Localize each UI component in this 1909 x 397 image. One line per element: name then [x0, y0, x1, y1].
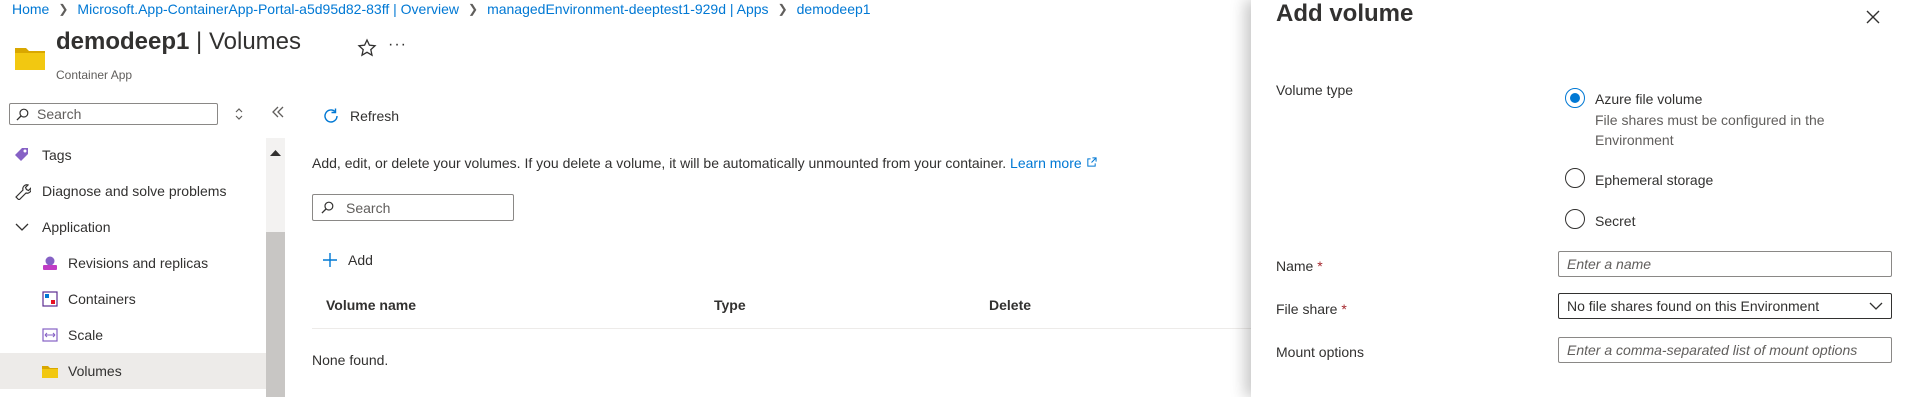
page-subtitle: Container App: [56, 68, 133, 82]
sidebar-item-label: Containers: [68, 291, 136, 307]
containers-icon: [40, 289, 60, 309]
radio-ephemeral-storage[interactable]: [1565, 168, 1585, 188]
breadcrumb-app[interactable]: demodeep1: [797, 1, 871, 17]
file-share-field-label: File share *: [1276, 301, 1347, 317]
search-icon: [321, 201, 334, 214]
refresh-label: Refresh: [350, 108, 400, 124]
page-name: Volumes: [208, 28, 302, 55]
file-share-selected-value: No file shares found on this Environment: [1567, 298, 1820, 314]
page-title: demodeep1 | Volumes: [56, 28, 301, 56]
breadcrumb-home[interactable]: Home: [12, 1, 49, 17]
chevron-right-icon: ❯: [58, 2, 69, 16]
revisions-icon: [40, 253, 60, 273]
table-divider: [312, 328, 1252, 329]
column-header-volume-name[interactable]: Volume name: [326, 297, 416, 313]
volume-type-label: Volume type: [1276, 82, 1354, 98]
page-description: Add, edit, or delete your volumes. If yo…: [312, 155, 1097, 171]
mount-options-input[interactable]: [1559, 338, 1891, 362]
empty-state-text: None found.: [312, 352, 389, 368]
radio-label-ephemeral-storage: Ephemeral storage: [1595, 172, 1714, 188]
sidebar-item-tags[interactable]: Tags: [0, 137, 266, 173]
add-volume-panel: Add volume Volume type Azure file volume…: [1251, 0, 1909, 397]
add-volume-button[interactable]: Add: [322, 252, 373, 268]
wrench-icon: [12, 181, 32, 201]
sidebar-search-box: [9, 103, 218, 125]
description-text: Add, edit, or delete your volumes. If yo…: [312, 155, 1007, 171]
search-icon: [16, 108, 29, 121]
chevron-right-icon: ❯: [468, 2, 479, 16]
mount-options-label: Mount options: [1276, 344, 1364, 360]
azure-file-volume-hint: File shares must be configured in the En…: [1595, 112, 1825, 148]
sidebar-item-label: Diagnose and solve problems: [42, 183, 227, 199]
mount-options-field: [1558, 337, 1892, 363]
chevron-down-icon: [12, 217, 32, 237]
volumes-search-input[interactable]: [344, 198, 498, 217]
name-field: [1558, 251, 1892, 277]
required-marker: *: [1317, 258, 1323, 274]
sidebar-item-diagnose[interactable]: Diagnose and solve problems: [0, 173, 266, 209]
tag-icon: [12, 145, 32, 165]
ellipsis-icon[interactable]: ···: [388, 36, 407, 54]
folder-icon: [40, 361, 60, 381]
chevron-right-icon: ❯: [777, 2, 788, 16]
file-share-label-text: File share: [1276, 301, 1338, 317]
file-share-dropdown[interactable]: No file shares found on this Environment: [1558, 293, 1892, 319]
sidebar-item-label: Revisions and replicas: [68, 255, 209, 271]
refresh-icon: [324, 108, 338, 123]
sidebar-item-revisions[interactable]: Revisions and replicas: [0, 245, 266, 281]
scroll-up-icon[interactable]: [270, 144, 281, 156]
sidebar-item-label: Volumes: [68, 363, 122, 379]
scale-icon: [40, 325, 60, 345]
column-header-delete[interactable]: Delete: [989, 297, 1031, 313]
breadcrumb: Home ❯ Microsoft.App-ContainerApp-Portal…: [12, 1, 871, 17]
sidebar-search-input[interactable]: [35, 105, 199, 123]
sidebar-item-label: Scale: [68, 327, 104, 343]
sidebar-item-scale[interactable]: Scale: [0, 317, 266, 353]
refresh-button[interactable]: Refresh: [322, 107, 399, 125]
sidebar-scrollbar-thumb[interactable]: [266, 232, 285, 397]
collapse-sidebar-icon[interactable]: [270, 104, 286, 120]
sidebar-item-volumes[interactable]: Volumes: [0, 353, 266, 389]
resource-name: demodeep1: [56, 28, 190, 55]
sort-toggle-icon[interactable]: [232, 106, 246, 122]
sidebar-item-containers[interactable]: Containers: [0, 281, 266, 317]
external-link-icon: [1086, 157, 1097, 167]
name-label-text: Name: [1276, 258, 1314, 274]
required-marker: *: [1341, 301, 1347, 317]
breadcrumb-environment-overview[interactable]: Microsoft.App-ContainerApp-Portal-a5d95d…: [77, 1, 459, 17]
radio-secret[interactable]: [1565, 209, 1585, 229]
plus-icon: [323, 253, 337, 267]
radio-azure-file-volume[interactable]: [1565, 88, 1585, 108]
panel-title: Add volume: [1276, 0, 1414, 27]
radio-label-secret: Secret: [1595, 213, 1636, 229]
chevron-down-icon: [1869, 302, 1883, 310]
sidebar-group-application[interactable]: Application: [0, 209, 266, 245]
title-separator: |: [189, 28, 209, 55]
sidebar-item-label: Tags: [42, 147, 72, 163]
learn-more-link[interactable]: Learn more: [1010, 155, 1097, 171]
close-icon[interactable]: [1862, 6, 1884, 28]
add-label: Add: [348, 252, 373, 268]
folder-icon: [14, 42, 46, 74]
learn-more-label: Learn more: [1010, 155, 1082, 171]
radio-label-azure-file-volume: Azure file volume: [1595, 91, 1703, 107]
breadcrumb-environment-apps[interactable]: managedEnvironment-deeptest1-929d | Apps: [487, 1, 769, 17]
star-icon[interactable]: [357, 38, 377, 58]
name-input[interactable]: [1559, 252, 1891, 276]
sidebar-item-label: Application: [42, 219, 111, 235]
column-header-type[interactable]: Type: [714, 297, 746, 313]
name-field-label: Name *: [1276, 258, 1323, 274]
volumes-search-box: [312, 194, 514, 221]
